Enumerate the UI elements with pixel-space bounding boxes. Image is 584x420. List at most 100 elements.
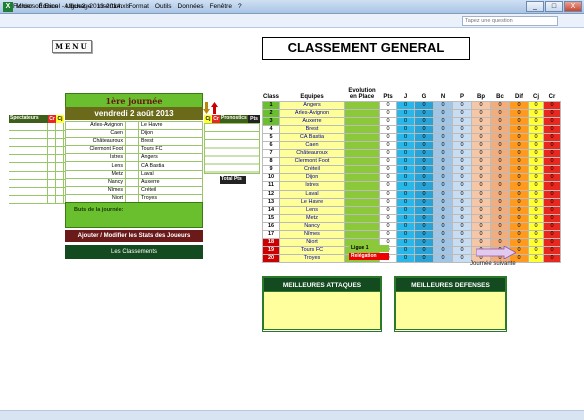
rank-cell: 11 (262, 181, 280, 191)
pts-cell: 0 (379, 100, 397, 110)
next-journee-arrow-icon[interactable] (476, 246, 516, 259)
pronostics-grid[interactable] (204, 123, 260, 174)
dif-cell: 0 (509, 124, 529, 134)
menu-outils[interactable]: Outils (155, 3, 172, 10)
dif-cell: 0 (509, 116, 529, 126)
cj-cell: 0 (528, 173, 544, 183)
menu-fenetre[interactable]: Fenêtre (210, 3, 232, 10)
dif-cell: 0 (509, 157, 529, 167)
close-button[interactable]: X (564, 1, 582, 12)
col-dif: Dif (515, 93, 523, 100)
dif-cell: 0 (509, 189, 529, 199)
away-team: Tours FC (138, 145, 203, 155)
ask-question-input[interactable]: Tapez une question (462, 16, 558, 26)
evolution-cell (344, 157, 380, 167)
score-cell[interactable] (125, 145, 139, 155)
match-row[interactable]: Clermont Foot Tours FC (65, 145, 203, 155)
away-team: Angers (138, 153, 203, 163)
match-row[interactable]: Istres Angers (65, 153, 203, 163)
g-cell: 0 (414, 181, 434, 191)
maximize-button[interactable]: □ (545, 1, 563, 12)
classements-button[interactable]: Les Classements (65, 245, 203, 259)
score-cell[interactable] (125, 120, 139, 131)
cj-cell: 0 (528, 108, 544, 118)
score-cell[interactable] (125, 153, 139, 163)
n-cell: 0 (433, 181, 453, 191)
menu-insertion[interactable]: Insertion (97, 3, 122, 10)
bp-cell: 0 (471, 213, 491, 223)
evolution-cell (344, 173, 380, 183)
team-name: CA Bastia (279, 132, 345, 142)
col-n: N (440, 93, 446, 100)
bp-cell: 0 (471, 189, 491, 199)
menu-help[interactable]: ? (238, 3, 242, 10)
pts-cell: 0 (379, 229, 397, 240)
pts-header: Pts (248, 115, 260, 123)
score-cell[interactable] (125, 169, 139, 179)
cr-cell: 0 (543, 157, 561, 167)
menu-donnees[interactable]: Données (178, 3, 204, 10)
pts-cell: 0 (379, 189, 397, 199)
rank-cell: 2 (262, 108, 280, 118)
cr-cell: 0 (543, 189, 561, 199)
team-name: Le Havre (279, 197, 345, 207)
pts-cell: 0 (379, 205, 397, 215)
score-cell[interactable] (125, 137, 139, 147)
next-journee-label[interactable]: Journée suivante (470, 261, 516, 267)
pts-cell: 0 (379, 116, 397, 126)
dif-cell: 0 (509, 149, 529, 159)
p-cell: 0 (452, 149, 472, 159)
home-team: Châteauroux (65, 137, 126, 147)
legend-relegation: Relégation (349, 253, 389, 260)
score-cell[interactable] (125, 129, 139, 139)
j-cell: 0 (396, 238, 415, 248)
menu-format[interactable]: Format (128, 3, 149, 10)
rank-cell: 13 (262, 197, 280, 207)
bc-cell: 0 (490, 181, 510, 191)
cj-cell: 0 (528, 221, 544, 232)
page-title: CLASSEMENT GENERAL (262, 37, 470, 60)
j-cell: 0 (396, 157, 415, 167)
col-pts: Pts (383, 93, 393, 100)
menu-fichier[interactable]: Fichier (13, 3, 33, 10)
n-cell: 0 (433, 108, 453, 118)
away-team: CA Bastia (138, 161, 203, 171)
menu-button[interactable]: MENU (52, 40, 92, 53)
score-cell[interactable] (125, 177, 139, 187)
pts-cell: 0 (379, 221, 397, 232)
home-team: Clermont Foot (65, 145, 126, 155)
j-cell: 0 (396, 108, 415, 118)
menu-items: Fichier Édition Affichage Insertion Form… (13, 3, 242, 10)
bc-cell: 0 (490, 205, 510, 215)
score-cell[interactable] (125, 185, 139, 195)
match-row[interactable]: Metz Laval (65, 169, 203, 179)
score-cell[interactable] (125, 161, 139, 171)
menu-affichage[interactable]: Affichage (64, 3, 91, 10)
spectateurs-column[interactable] (9, 123, 65, 204)
menu-edition[interactable]: Édition (39, 3, 59, 10)
team-name: Lens (279, 205, 345, 215)
bc-cell: 0 (490, 165, 510, 175)
rank-cell: 1 (262, 100, 280, 110)
j-cell: 0 (396, 189, 415, 199)
match-row[interactable]: Lens CA Bastia (65, 161, 203, 171)
cr-cell: 0 (543, 108, 561, 118)
cr-cell: 0 (543, 197, 561, 207)
meilleures-defenses-panel: MEILLEURES DEFENSES (394, 276, 507, 332)
cr-cell: 0 (543, 181, 561, 191)
match-row[interactable]: Nancy Auxerre (65, 177, 203, 187)
match-row[interactable]: Arles-Avignon Le Havre (65, 120, 203, 131)
minimize-button[interactable]: _ (526, 1, 544, 12)
rank-cell: 20 (262, 254, 280, 264)
match-row[interactable]: Châteauroux Brest (65, 137, 203, 147)
cj-cell: 0 (528, 238, 544, 248)
dif-cell: 0 (509, 197, 529, 207)
p-cell: 0 (452, 140, 472, 151)
match-row[interactable]: Nîmes Créteil (65, 185, 203, 195)
pts-cell: 0 (379, 149, 397, 159)
add-stats-button[interactable]: Ajouter / Modifier les Stats des Joueurs (65, 230, 203, 242)
sort-arrows-icon[interactable] (203, 101, 219, 115)
match-row[interactable]: Caen Dijon (65, 129, 203, 139)
standings-row: 7 Châteauroux 0 0 0 0 0 0 0 0 0 0 (262, 149, 561, 159)
cr-cell: 0 (543, 132, 561, 142)
